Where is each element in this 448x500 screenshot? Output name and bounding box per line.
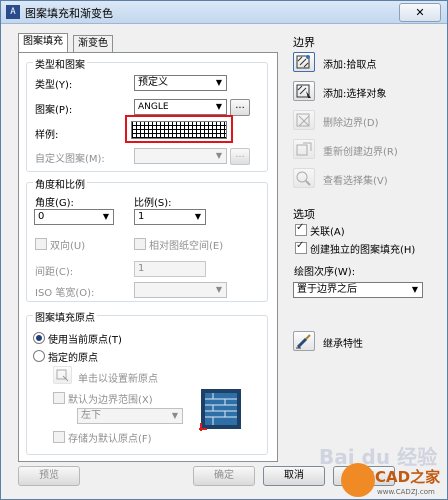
set-origin-button[interactable] (53, 366, 72, 384)
autocad-app-icon: A (6, 5, 20, 19)
add-pick-points-label: 添加:拾取点 (323, 60, 377, 71)
view-selections-button[interactable] (293, 168, 315, 188)
click-set-origin-label: 单击以设置新原点 (78, 374, 158, 385)
angle-label: 角度(G): (35, 198, 74, 209)
recreate-boundary-button[interactable] (293, 139, 315, 159)
relative-paper-checkbox[interactable] (134, 238, 146, 250)
swatch-label: 样例: (35, 130, 59, 141)
draw-order-value: 置于边界之后 (297, 284, 357, 295)
remove-boundaries-icon (296, 113, 310, 127)
title-bar: A 图案填充和渐变色 ✕ (1, 1, 447, 24)
magnifier-icon (296, 171, 311, 186)
cancel-button[interactable]: 取消 (263, 466, 325, 486)
type-select-value: 预定义 (138, 77, 168, 88)
view-selections-label: 查看选择集(V) (323, 176, 388, 187)
pattern-select-value: ANGLE (138, 102, 169, 112)
origin-legend: 图案填充原点 (33, 309, 97, 324)
chevron-down-icon: ▼ (102, 212, 110, 221)
origin-preview-icon (199, 389, 241, 431)
options-title: 选项 (293, 208, 315, 221)
chevron-down-icon: ▼ (215, 102, 223, 111)
angle-value: 0 (38, 211, 45, 222)
associative-label: 关联(A) (310, 227, 345, 238)
hatch-dialog: A 图案填充和渐变色 ✕ 图案填充 渐变色 类型和图案 类型(Y): 预定义 ▼ … (0, 0, 448, 500)
recreate-boundary-icon (296, 142, 312, 156)
scale-label: 比例(S): (134, 198, 172, 209)
tab-hatch[interactable]: 图案填充 (18, 33, 68, 52)
cad-logo-icon (341, 463, 375, 497)
scale-value: 1 (138, 211, 145, 222)
specified-origin-radio[interactable] (33, 350, 45, 362)
relative-paper-label: 相对图纸空间(E) (149, 241, 224, 252)
inherit-properties-label: 继承特性 (323, 339, 363, 350)
inherit-properties-button[interactable] (293, 331, 315, 351)
scale-select[interactable]: 1 ▼ (134, 209, 206, 225)
angle-scale-legend: 角度和比例 (33, 176, 87, 191)
ok-button[interactable]: 确定 (193, 466, 255, 486)
default-extent-checkbox[interactable] (53, 392, 65, 404)
store-origin-checkbox[interactable] (53, 431, 65, 443)
pattern-browse-button[interactable]: ... (230, 99, 250, 116)
annotation-highlight-box (125, 115, 233, 143)
remove-boundaries-button[interactable] (293, 110, 315, 130)
add-select-objects-label: 添加:选择对象 (323, 89, 387, 100)
boundaries-title: 边界 (293, 36, 315, 49)
current-origin-label: 使用当前原点(T) (48, 335, 122, 346)
type-pattern-legend: 类型和图案 (33, 56, 87, 71)
select-objects-icon (296, 84, 311, 98)
remove-boundaries-label: 删除边界(D) (323, 118, 379, 129)
type-label: 类型(Y): (35, 80, 73, 91)
spacing-label: 间距(C): (35, 267, 74, 278)
associative-checkbox[interactable] (295, 222, 307, 236)
store-origin-label: 存储为默认原点(F) (68, 434, 152, 445)
preview-button[interactable]: 预览 (18, 466, 80, 486)
extent-position-value: 左下 (81, 410, 101, 421)
chevron-down-icon: ▼ (215, 78, 223, 87)
type-select[interactable]: 预定义 ▼ (134, 75, 227, 91)
specified-origin-label: 指定的原点 (48, 353, 98, 364)
chevron-down-icon: ▼ (411, 285, 419, 294)
cad-home-watermark: CAD之家 (375, 468, 441, 486)
chevron-down-icon: ▼ (215, 285, 223, 294)
pattern-label: 图案(P): (35, 105, 73, 116)
hatch-tab-panel: 类型和图案 类型(Y): 预定义 ▼ 图案(P): ANGLE ▼ ... 样例: … (18, 52, 278, 462)
tab-gradient[interactable]: 渐变色 (73, 35, 113, 52)
pick-points-icon (296, 55, 310, 69)
separate-hatches-checkbox[interactable] (295, 240, 307, 254)
separate-hatches-label: 创建独立的图案填充(H) (310, 245, 416, 256)
add-pick-points-button[interactable] (293, 52, 315, 72)
default-extent-label: 默认为边界范围(X) (68, 395, 153, 406)
window-title: 图案填充和渐变色 (25, 7, 113, 20)
custom-browse-button[interactable]: ... (230, 148, 250, 165)
pick-origin-icon (56, 369, 69, 382)
pattern-select[interactable]: ANGLE ▼ (134, 99, 227, 115)
draw-order-label: 绘图次序(W): (294, 267, 356, 278)
iso-pen-select[interactable]: ▼ (134, 282, 227, 298)
extent-position-select[interactable]: 左下 ▼ (77, 408, 183, 424)
chevron-down-icon: ▼ (215, 151, 223, 160)
custom-pattern-select[interactable]: ▼ (134, 148, 227, 164)
recreate-boundary-label: 重新创建边界(R) (323, 147, 398, 158)
current-origin-radio[interactable] (33, 332, 45, 344)
custom-pattern-label: 自定义图案(M): (35, 154, 105, 165)
spacing-input[interactable]: 1 (134, 261, 206, 277)
cad-site-watermark: www.CADZJ.com (377, 488, 435, 496)
add-select-objects-button[interactable] (293, 81, 315, 101)
double-checkbox[interactable] (35, 238, 47, 250)
angle-select[interactable]: 0 ▼ (34, 209, 114, 225)
close-button[interactable]: ✕ (399, 3, 441, 22)
inherit-brush-icon (296, 334, 311, 349)
chevron-down-icon: ▼ (171, 411, 179, 420)
double-label: 双向(U) (50, 241, 86, 252)
draw-order-select[interactable]: 置于边界之后 ▼ (293, 282, 423, 298)
chevron-down-icon: ▼ (194, 212, 202, 221)
iso-pen-label: ISO 笔宽(O): (35, 288, 95, 299)
